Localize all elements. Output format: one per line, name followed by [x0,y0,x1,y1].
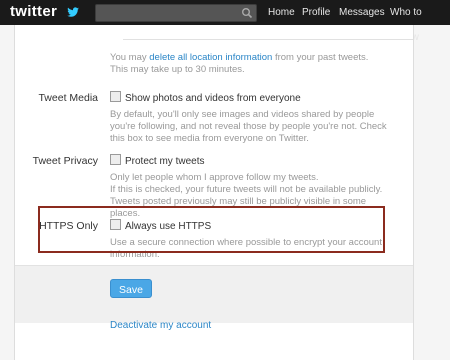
nav-profile[interactable]: Profile [302,0,330,25]
delete-location-link[interactable]: delete all location information [149,52,272,63]
https-highlight-box [38,206,385,253]
tweet-privacy-label: Tweet Privacy [32,155,98,167]
nav-home[interactable]: Home [268,0,295,25]
section-divider [123,39,413,40]
twitter-logo[interactable]: twitter [10,3,57,20]
twitter-bird-icon [67,7,79,17]
tweet-media-description: By default, you'll only see images and v… [110,109,387,144]
location-note: This may take up to 30 minutes. [110,64,245,75]
save-button[interactable]: Save [110,279,152,298]
protect-tweets-checkbox-label[interactable]: Protect my tweets [125,156,204,167]
search-box[interactable] [95,4,257,22]
tweet-privacy-description-1: Only let people whom I approve follow my… [110,172,319,183]
location-description: You may delete all location information … [110,52,398,76]
show-media-checkbox-label[interactable]: Show photos and videos from everyone [125,93,301,104]
top-bar: twitter Home Profile Messages Who to Fol… [0,0,450,43]
save-footer [15,265,413,323]
search-icon[interactable] [241,7,253,19]
search-input[interactable] [96,5,239,21]
location-text-before: You may [110,52,150,63]
tweet-media-content: Show photos and videos from everyone By … [110,91,398,145]
tweet-media-label: Tweet Media [38,92,98,104]
nav-messages[interactable]: Messages [339,0,385,25]
location-text-after: from your past tweets. [272,52,369,63]
protect-tweets-checkbox[interactable] [110,154,121,165]
deactivate-account-link[interactable]: Deactivate my account [110,320,211,331]
settings-panel: You may delete all location information … [14,25,414,360]
show-media-checkbox[interactable] [110,91,121,102]
nav-who-to-follow[interactable]: Who to Follow [390,0,450,43]
